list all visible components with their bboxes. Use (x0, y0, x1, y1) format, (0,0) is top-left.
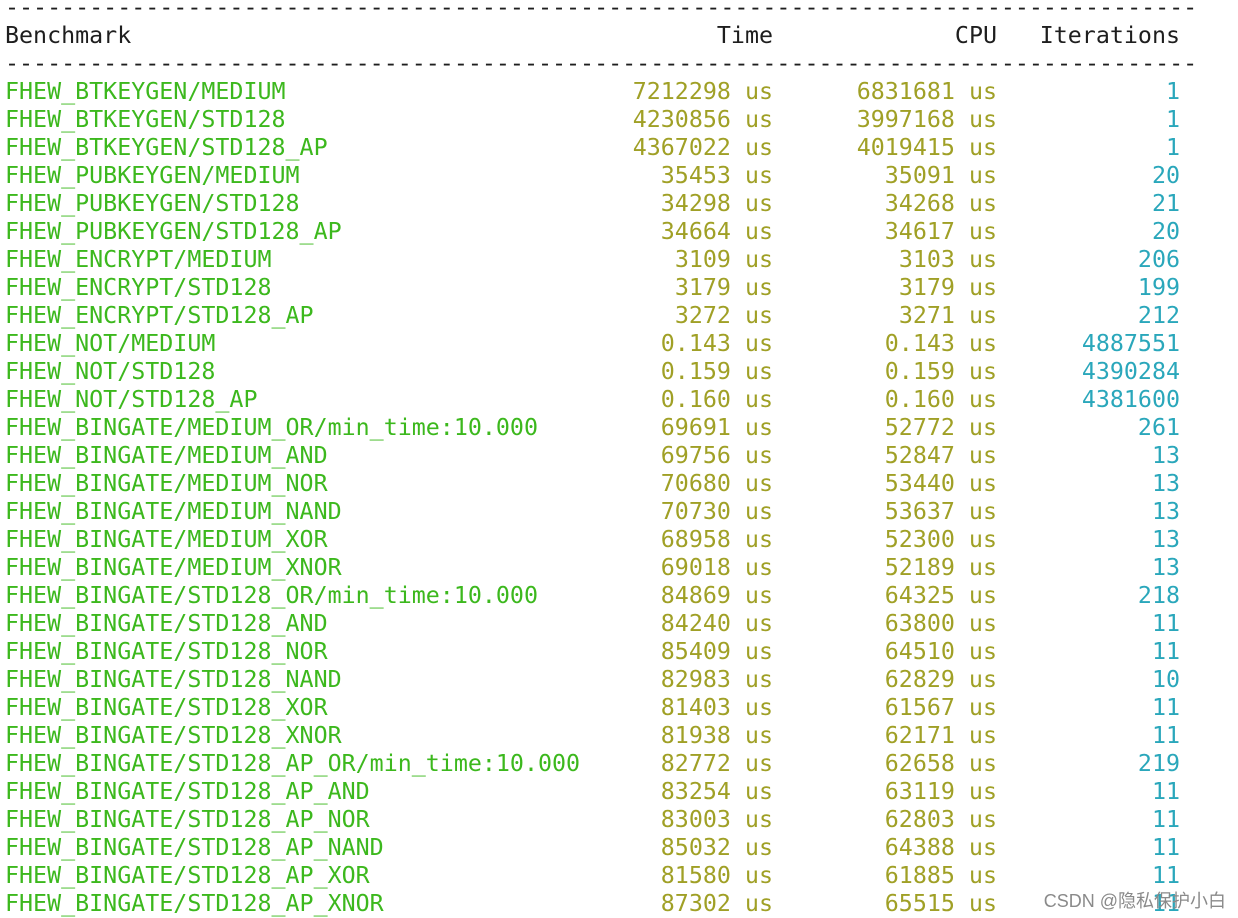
benchmark-iterations: 4381600 (1081, 386, 1180, 413)
benchmark-iterations: 13 (1151, 442, 1180, 469)
benchmark-iterations: 13 (1151, 526, 1180, 553)
benchmark-iterations: 20 (1151, 218, 1180, 245)
benchmark-iterations: 10 (1151, 666, 1180, 693)
benchmark-iterations: 13 (1151, 554, 1180, 581)
watermark: CSDN @隐私保护小白 (1043, 891, 1226, 911)
benchmark-iterations: 11 (1151, 638, 1180, 665)
benchmark-iterations: 261 (1137, 414, 1180, 441)
benchmark-iterations: 11 (1151, 862, 1180, 889)
benchmark-iterations: 1 (1165, 106, 1180, 133)
benchmark-iterations: 11 (1151, 610, 1180, 637)
benchmark-iterations: 199 (1137, 274, 1180, 301)
benchmark-iterations: 11 (1151, 722, 1180, 749)
top-separator: ----------------------------------------… (5, 0, 1198, 21)
benchmark-iterations: 1 (1165, 78, 1180, 105)
header-iterations: Iterations (1039, 22, 1180, 49)
benchmark-iterations: 1 (1165, 134, 1180, 161)
benchmark-iterations: 21 (1151, 190, 1180, 217)
benchmark-iterations: 11 (1151, 694, 1180, 721)
benchmark-iterations: 4390284 (1081, 358, 1180, 385)
benchmark-iterations: 4887551 (1081, 330, 1180, 357)
benchmark-iterations: 206 (1137, 246, 1180, 273)
benchmark-iterations: 11 (1151, 806, 1180, 833)
benchmark-iterations: 218 (1137, 582, 1180, 609)
benchmark-iterations: 20 (1151, 162, 1180, 189)
benchmark-iterations: 11 (1151, 778, 1180, 805)
header-row: Benchmark Time CPU Iterations (5, 22, 1180, 50)
benchmark-iterations: 212 (1137, 302, 1180, 329)
benchmark-iterations: 11 (1151, 834, 1180, 861)
benchmark-iterations: 13 (1151, 470, 1180, 497)
header-separator: ----------------------------------------… (5, 50, 1198, 77)
benchmark-iterations: 13 (1151, 498, 1180, 525)
benchmark-iterations: 219 (1137, 750, 1180, 777)
